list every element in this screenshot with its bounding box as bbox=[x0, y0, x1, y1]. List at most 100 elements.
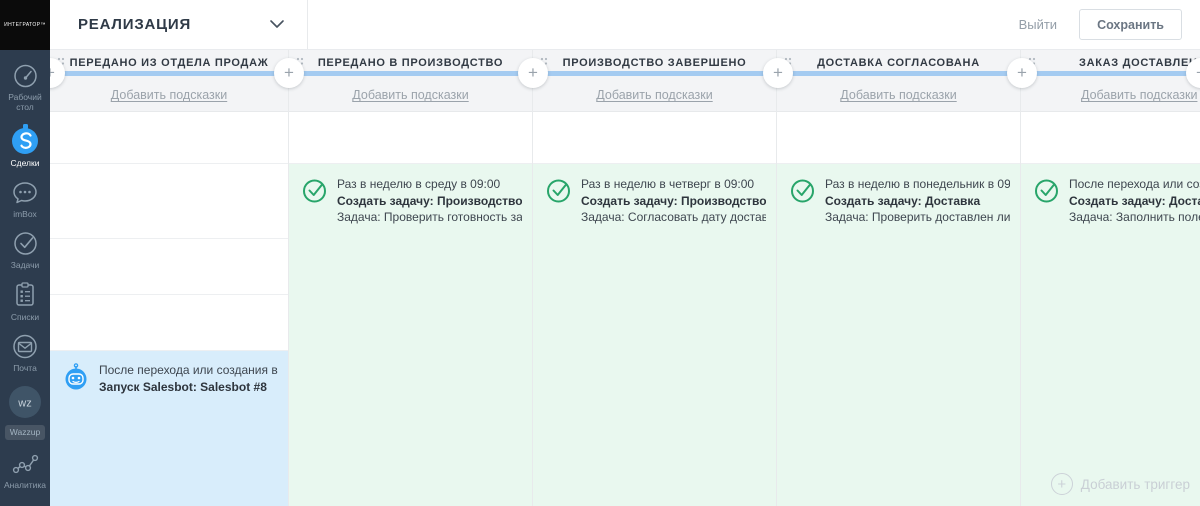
pipeline-cell bbox=[50, 239, 288, 295]
sidebar-item-label: imBox bbox=[13, 208, 37, 219]
stage-color-bar bbox=[289, 71, 532, 76]
sidebar-item-label: Рабочий стол bbox=[8, 92, 42, 113]
trigger-action: Создать задачу: Доставка bbox=[1069, 193, 1200, 208]
sidebar-item-dashboard[interactable]: Рабочий стол bbox=[0, 62, 50, 112]
add-hints-link[interactable]: Добавить подсказки bbox=[352, 88, 468, 102]
svg-text:wz: wz bbox=[17, 398, 31, 410]
sidebar-item-label: Списки bbox=[10, 311, 40, 322]
sidebar-nav: Рабочий стол Сделки imBox Задачи Списки bbox=[0, 50, 50, 501]
trigger-task-text: Задача: Проверить доставлен ли заказ и… bbox=[825, 210, 1010, 224]
pipeline-cell bbox=[50, 112, 288, 164]
stage-title: ДОСТАВКА СОГЛАСОВАНА bbox=[817, 57, 980, 69]
trigger-task-text: Задача: Проверить готовность заказа bbox=[337, 210, 522, 224]
task-check-icon bbox=[301, 177, 328, 209]
sidebar-item-wazzup[interactable]: wz Wazzup bbox=[0, 384, 50, 440]
logo-text: ИНТЕГРАТОР™ bbox=[4, 22, 46, 28]
task-check-icon bbox=[1033, 177, 1060, 209]
sidebar-item-label: Аналитика bbox=[3, 479, 47, 490]
stage-column-4: ДОСТАВКА СОГЛАСОВАНА Добавить подсказки … bbox=[777, 50, 1021, 506]
save-button[interactable]: Сохранить bbox=[1079, 9, 1182, 40]
add-hints-link[interactable]: Добавить подсказки bbox=[1081, 88, 1197, 102]
plus-circle-icon: + bbox=[1050, 473, 1073, 495]
stage-title: ПЕРЕДАНО В ПРОИЗВОДСТВО bbox=[317, 57, 504, 69]
add-stage-button[interactable]: + bbox=[518, 58, 548, 88]
sidebar-item-label: Задачи bbox=[10, 259, 40, 270]
pipeline-selector[interactable]: РЕАЛИЗАЦИЯ bbox=[50, 0, 308, 49]
stage-header: ДОСТАВКА СОГЛАСОВАНА Добавить подсказки bbox=[777, 50, 1020, 112]
sidebar: ИНТЕГРАТОР™ Рабочий стол Сделки imBox За… bbox=[0, 0, 50, 506]
stage-title: ЗАКАЗ ДОСТАВЛЕН bbox=[1079, 57, 1198, 69]
topbar: РЕАЛИЗАЦИЯ Выйти Сохранить bbox=[50, 0, 1200, 50]
dashboard-icon bbox=[12, 62, 39, 89]
pipeline-cell bbox=[533, 112, 776, 164]
task-check-icon bbox=[789, 177, 816, 209]
chevron-down-icon bbox=[269, 16, 285, 34]
add-hints-link[interactable]: Добавить подсказки bbox=[111, 88, 227, 102]
stage-header: ПЕРЕДАНО ИЗ ОТДЕЛА ПРОДАЖ Добавить подск… bbox=[50, 50, 288, 112]
stage-title: ПРОИЗВОДСТВО ЗАВЕРШЕНО bbox=[562, 57, 747, 69]
pipeline-cell bbox=[289, 112, 532, 164]
trigger-action: Создать задачу: Производство bbox=[337, 193, 522, 208]
sidebar-item-label: Сделки bbox=[10, 158, 40, 169]
stage-color-bar bbox=[533, 71, 776, 76]
add-stage-button[interactable]: + bbox=[763, 58, 793, 88]
stage-color-bar bbox=[777, 71, 1020, 76]
lists-icon bbox=[12, 281, 38, 309]
trigger-condition: Раз в неделю в четверг в 09:00 bbox=[581, 177, 755, 191]
app-logo[interactable]: ИНТЕГРАТОР™ bbox=[0, 0, 50, 50]
topbar-actions: Выйти Сохранить bbox=[1019, 9, 1200, 40]
trigger-action: Создать задачу: Производство bbox=[581, 193, 766, 208]
tasks-icon bbox=[12, 230, 39, 257]
trigger-action: Создать задачу: Доставка bbox=[825, 193, 981, 208]
sidebar-item-tasks[interactable]: Задачи bbox=[0, 230, 50, 270]
logout-link[interactable]: Выйти bbox=[1019, 17, 1058, 32]
stage-color-bar bbox=[1021, 71, 1200, 76]
stage-column-5: ЗАКАЗ ДОСТАВЛЕН Добавить подсказки После… bbox=[1021, 50, 1200, 506]
stage-header: ЗАКАЗ ДОСТАВЛЕН Добавить подсказки bbox=[1021, 50, 1200, 112]
pipeline-cell bbox=[1021, 112, 1200, 164]
stage-column-3: ПРОИЗВОДСТВО ЗАВЕРШЕНО Добавить подсказк… bbox=[533, 50, 777, 506]
sidebar-item-label: Почта bbox=[13, 363, 37, 374]
pipeline-cell bbox=[777, 112, 1020, 164]
trigger-condition: Раз в неделю в среду в 09:00 bbox=[337, 177, 501, 191]
task-trigger-card[interactable]: Раз в неделю в среду в 09:00 Создать зад… bbox=[289, 164, 532, 506]
sidebar-item-lists[interactable]: Списки bbox=[0, 281, 50, 322]
stage-header: ПРОИЗВОДСТВО ЗАВЕРШЕНО Добавить подсказк… bbox=[533, 50, 776, 112]
sidebar-item-analytics[interactable]: Аналитика bbox=[0, 451, 50, 490]
sidebar-item-imbox[interactable]: imBox bbox=[0, 180, 50, 219]
trigger-condition: После перехода или создания в э bbox=[1069, 177, 1200, 191]
add-stage-button[interactable]: + bbox=[1007, 58, 1037, 88]
task-trigger-card[interactable]: Раз в неделю в четверг в 09:00 Создать з… bbox=[533, 164, 776, 506]
pipeline-title: РЕАЛИЗАЦИЯ bbox=[78, 16, 192, 33]
trigger-task-text: Задача: Заполнить поле дата м bbox=[1069, 210, 1200, 224]
task-trigger-card[interactable]: Раз в неделю в понедельник в 09:00 Созда… bbox=[777, 164, 1020, 506]
salesbot-robot-icon bbox=[62, 363, 90, 396]
task-check-icon bbox=[545, 177, 572, 209]
pipeline-cell bbox=[50, 164, 288, 239]
stage-title: ПЕРЕДАНО ИЗ ОТДЕЛА ПРОДАЖ bbox=[69, 57, 269, 69]
trigger-task-text: Задача: Согласовать дату доставки с кли… bbox=[581, 210, 766, 224]
stage-column-1: ПЕРЕДАНО ИЗ ОТДЕЛА ПРОДАЖ Добавить подск… bbox=[50, 50, 289, 506]
trigger-condition: Раз в неделю в понедельник в 09:00 bbox=[825, 177, 1010, 191]
stage-color-bar bbox=[50, 71, 288, 76]
sidebar-item-label: Wazzup bbox=[4, 425, 46, 440]
add-hints-link[interactable]: Добавить подсказки bbox=[840, 88, 956, 102]
trigger-condition: После перехода или создания в этапе bbox=[99, 363, 278, 377]
pipeline-cell bbox=[50, 295, 288, 351]
add-hints-link[interactable]: Добавить подсказки bbox=[596, 88, 712, 102]
analytics-icon bbox=[11, 451, 39, 477]
pipeline-board: ПЕРЕДАНО ИЗ ОТДЕЛА ПРОДАЖ Добавить подск… bbox=[50, 50, 1200, 506]
stage-header: ПЕРЕДАНО В ПРОИЗВОДСТВО Добавить подсказ… bbox=[289, 50, 532, 112]
add-stage-button[interactable]: + bbox=[274, 58, 304, 88]
mail-icon bbox=[11, 333, 39, 360]
sidebar-item-deals[interactable]: Сделки bbox=[0, 123, 50, 168]
sidebar-item-mail[interactable]: Почта bbox=[0, 333, 50, 373]
deals-icon bbox=[10, 123, 40, 155]
add-trigger-label: Добавить триггер bbox=[1080, 476, 1190, 492]
stage-column-2: ПЕРЕДАНО В ПРОИЗВОДСТВО Добавить подсказ… bbox=[289, 50, 533, 506]
add-trigger-button[interactable]: + Добавить триггер bbox=[1050, 473, 1190, 495]
task-trigger-card[interactable]: После перехода или создания в э Создать … bbox=[1021, 164, 1200, 506]
trigger-action: Запуск Salesbot: Salesbot #8 bbox=[99, 379, 267, 394]
wazzup-icon: wz bbox=[7, 384, 43, 420]
salesbot-trigger-card[interactable]: После перехода или создания в этапе Запу… bbox=[50, 351, 288, 506]
